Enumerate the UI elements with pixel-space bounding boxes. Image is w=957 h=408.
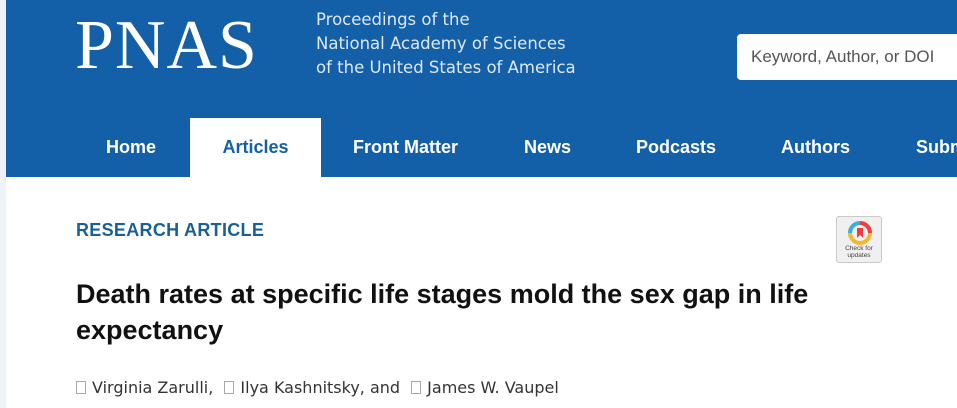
crossmark-icon — [848, 221, 872, 245]
orcid-icon[interactable] — [224, 381, 235, 394]
search-box — [737, 34, 957, 80]
main-nav: Home Articles Front Matter News Podcasts… — [6, 118, 957, 177]
nav-home[interactable]: Home — [106, 118, 156, 177]
search-input[interactable] — [737, 34, 957, 80]
journal-tagline: Proceedings of the National Academy of S… — [316, 8, 576, 80]
orcid-icon[interactable] — [76, 381, 86, 394]
author-separator: , — [208, 378, 214, 397]
nav-news[interactable]: News — [524, 118, 571, 177]
author-link[interactable]: Virginia Zarulli — [92, 378, 208, 397]
article-title: Death rates at specific life stages mold… — [76, 279, 809, 345]
check-for-updates-label: Check for updates — [837, 245, 881, 259]
nav-submit[interactable]: Subm — [916, 118, 957, 177]
check-label-line-1: Check for — [845, 245, 873, 252]
pnas-logo[interactable]: PNAS — [75, 6, 258, 86]
author-link[interactable]: Ilya Kashnitsky — [240, 378, 359, 397]
check-label-line-2: updates — [847, 252, 871, 259]
author-link[interactable]: James W. Vaupel — [427, 378, 559, 397]
nav-front-matter[interactable]: Front Matter — [353, 118, 458, 177]
author-list: Virginia Zarulli, Ilya Kashnitsky, and J… — [76, 378, 559, 397]
author-separator: , and — [359, 378, 401, 397]
article-type: RESEARCH ARTICLE — [76, 220, 265, 240]
orcid-icon[interactable] — [411, 381, 422, 394]
nav-articles[interactable]: Articles — [190, 118, 321, 177]
tagline-line-3: of the United States of America — [316, 58, 576, 77]
check-for-updates-badge[interactable]: Check for updates — [836, 216, 882, 263]
nav-podcasts[interactable]: Podcasts — [636, 118, 716, 177]
tagline-line-1: Proceedings of the — [316, 10, 470, 29]
nav-authors[interactable]: Authors — [781, 118, 850, 177]
tagline-line-2: National Academy of Sciences — [316, 34, 566, 53]
site-header: PNAS Proceedings of the National Academy… — [6, 0, 957, 177]
